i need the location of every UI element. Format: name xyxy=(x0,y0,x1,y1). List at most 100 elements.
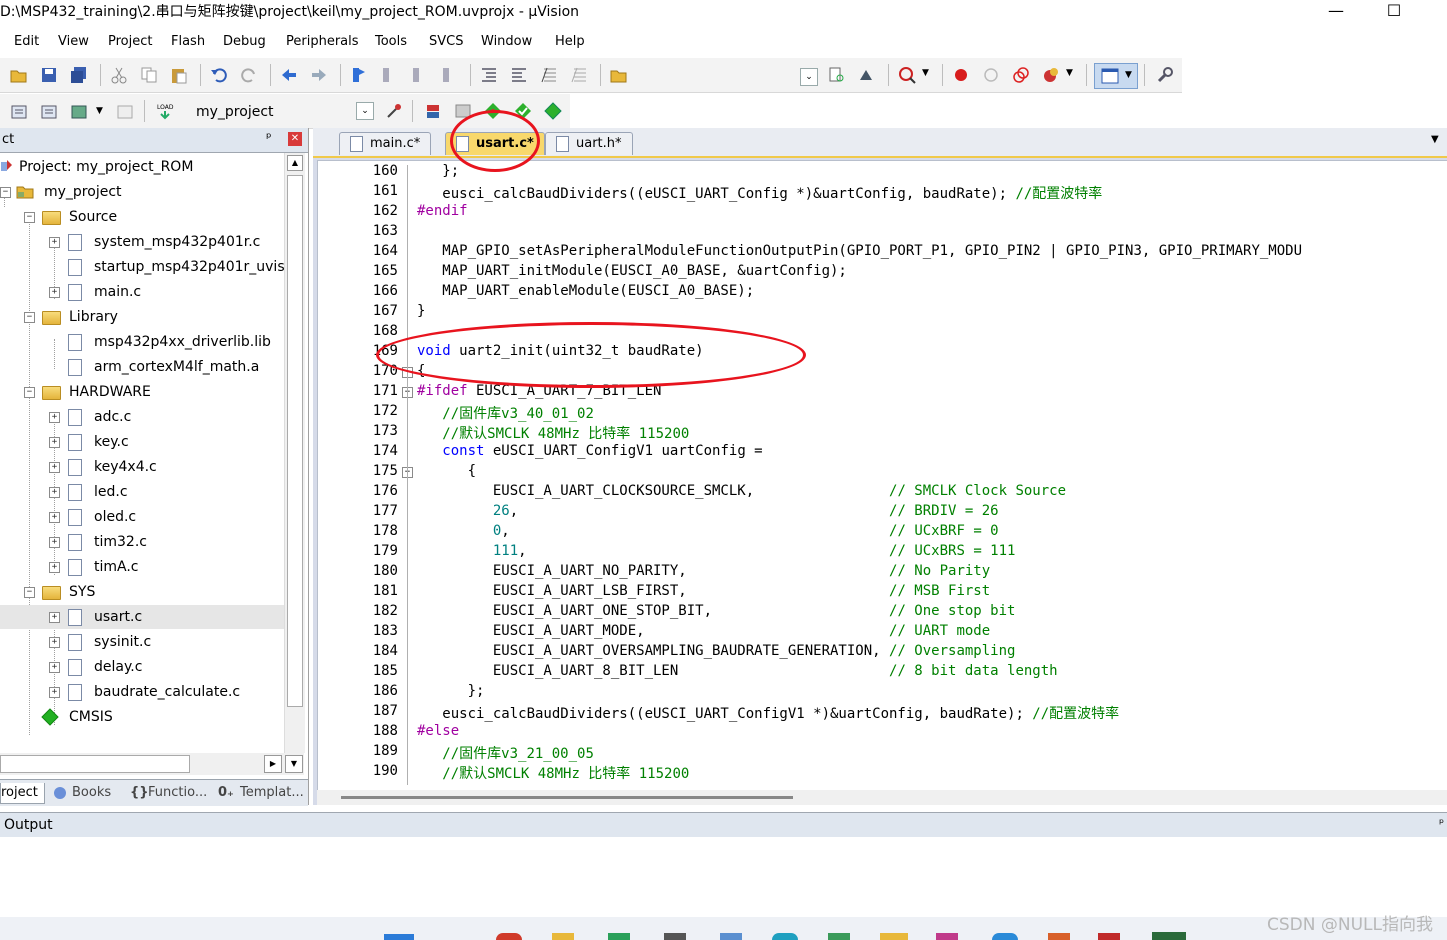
indent-icon[interactable] xyxy=(480,66,498,84)
menu-tools[interactable]: Tools xyxy=(375,34,407,49)
expand-icon[interactable]: + xyxy=(49,237,60,248)
expand-icon[interactable]: + xyxy=(49,612,60,623)
close-pane-icon[interactable]: ✕ xyxy=(288,132,302,146)
find-in-files-icon[interactable] xyxy=(610,66,628,84)
unindent-icon[interactable] xyxy=(510,66,528,84)
collapse-icon[interactable]: − xyxy=(0,187,11,198)
window-layout-button[interactable]: ▼ xyxy=(1094,63,1138,89)
menu-flash[interactable]: Flash xyxy=(171,34,205,49)
find-dropdown[interactable]: ⌄ xyxy=(800,68,818,86)
target-select[interactable]: my_project ⌄ xyxy=(186,100,376,122)
scroll-up-icon[interactable]: ▲ xyxy=(287,155,303,171)
scroll-right-icon[interactable]: ▶ xyxy=(264,755,282,773)
breakpoint-icon[interactable] xyxy=(952,66,970,84)
save-icon[interactable] xyxy=(40,66,58,84)
save-all-icon[interactable] xyxy=(70,66,88,84)
keil-taskbar-icon[interactable] xyxy=(1152,932,1186,940)
tab-main-c[interactable]: main.c* xyxy=(339,132,432,155)
editor-horizontal-scrollbar[interactable] xyxy=(317,790,1447,805)
debug-session-icon[interactable] xyxy=(898,66,916,84)
batch-dropdown-arrow[interactable]: ▼ xyxy=(96,106,103,116)
breakpoint-dropdown-arrow[interactable]: ▼ xyxy=(1066,68,1073,78)
kill-breakpoints-icon[interactable] xyxy=(1012,66,1030,84)
next-bookmark-icon[interactable] xyxy=(410,66,428,84)
build-icon[interactable] xyxy=(40,102,58,120)
menu-edit[interactable]: Edit xyxy=(14,34,39,49)
clear-bookmarks-icon[interactable] xyxy=(440,66,458,84)
undo-icon[interactable] xyxy=(210,66,228,84)
app-icon[interactable] xyxy=(608,933,630,940)
target-options-icon[interactable] xyxy=(385,102,403,120)
app-icon[interactable] xyxy=(720,933,742,940)
app-icon[interactable] xyxy=(1098,933,1120,940)
app-icon[interactable] xyxy=(828,933,850,940)
manage-rte-icon[interactable] xyxy=(544,102,562,120)
tab-functions[interactable]: {} Functio... xyxy=(130,783,207,803)
translate-icon[interactable] xyxy=(10,102,28,120)
incremental-find-icon[interactable] xyxy=(858,66,876,84)
maximize-button[interactable]: ☐ xyxy=(1371,0,1417,26)
scrollbar-thumb[interactable] xyxy=(287,175,303,707)
expand-icon[interactable]: + xyxy=(49,537,60,548)
cut-icon[interactable] xyxy=(110,66,128,84)
scroll-down-icon[interactable]: ▼ xyxy=(285,755,303,773)
redo-icon[interactable] xyxy=(240,66,258,84)
rebuild-icon[interactable] xyxy=(70,102,88,120)
start-icon[interactable] xyxy=(384,934,414,940)
prev-bookmark-icon[interactable] xyxy=(380,66,398,84)
expand-icon[interactable]: + xyxy=(49,412,60,423)
expand-icon[interactable]: + xyxy=(49,662,60,673)
uncomment-icon[interactable] xyxy=(570,66,588,84)
menu-debug[interactable]: Debug xyxy=(223,34,266,49)
disable-breakpoint-icon[interactable] xyxy=(982,66,1000,84)
tree-file-selected[interactable]: + usart.c xyxy=(0,605,284,629)
expand-icon[interactable]: + xyxy=(49,462,60,473)
bookmark-icon[interactable] xyxy=(350,66,368,84)
code-editor[interactable]: 160 }; 161 eusci_calcBaudDividers((eUSCI_… xyxy=(317,160,1447,792)
paste-icon[interactable] xyxy=(170,66,188,84)
app-icon[interactable] xyxy=(936,933,958,940)
expand-icon[interactable]: + xyxy=(49,637,60,648)
tab-uart-h[interactable]: uart.h* xyxy=(545,132,633,155)
editor-h-scrollbar-thumb[interactable] xyxy=(341,796,793,799)
menu-window[interactable]: Window xyxy=(481,34,532,49)
expand-icon[interactable]: + xyxy=(49,287,60,298)
minimize-button[interactable]: — xyxy=(1313,0,1359,26)
app-icon[interactable] xyxy=(552,933,574,940)
pin-icon[interactable]: ᵖ xyxy=(266,131,272,146)
nav-back-icon[interactable] xyxy=(280,66,298,84)
expand-icon[interactable]: + xyxy=(49,487,60,498)
collapse-icon[interactable]: − xyxy=(24,587,35,598)
configuration-wrench-icon[interactable] xyxy=(1156,66,1174,84)
menu-help[interactable]: Help xyxy=(555,34,585,49)
menu-view[interactable]: View xyxy=(58,34,89,49)
expand-icon[interactable]: + xyxy=(49,687,60,698)
expand-icon[interactable]: + xyxy=(49,562,60,573)
tree-vertical-scrollbar[interactable]: ▲ xyxy=(284,153,305,753)
debug-dropdown-arrow[interactable]: ▼ xyxy=(922,68,929,78)
find-icon[interactable] xyxy=(828,66,846,84)
app-icon[interactable] xyxy=(1048,933,1070,940)
copy-icon[interactable] xyxy=(140,66,158,84)
menu-svcs[interactable]: SVCS xyxy=(429,34,463,49)
expand-icon[interactable]: + xyxy=(49,437,60,448)
tab-templates[interactable]: 0₊ Templat... xyxy=(218,783,304,803)
h-scrollbar-thumb[interactable] xyxy=(0,755,190,773)
app-icon[interactable] xyxy=(992,933,1018,940)
app-icon[interactable] xyxy=(772,933,798,940)
menu-project[interactable]: Project xyxy=(108,34,152,49)
open-file-icon[interactable] xyxy=(10,66,28,84)
comment-icon[interactable] xyxy=(540,66,558,84)
app-icon[interactable] xyxy=(496,933,522,940)
app-icon[interactable] xyxy=(880,933,908,940)
collapse-icon[interactable]: − xyxy=(24,312,35,323)
tab-books[interactable]: Books xyxy=(52,783,111,803)
stop-build-icon[interactable] xyxy=(116,102,134,120)
output-pin-icon[interactable]: ᵖ xyxy=(1439,816,1444,830)
load-download-icon[interactable]: LOAD xyxy=(156,102,174,120)
collapse-icon[interactable]: − xyxy=(24,212,35,223)
collapse-icon[interactable]: − xyxy=(24,387,35,398)
tree-horizontal-scrollbar[interactable]: ▶ ▼ xyxy=(0,753,304,775)
output-panel[interactable] xyxy=(0,837,1447,917)
tab-list-dropdown-icon[interactable]: ▼ xyxy=(1431,134,1439,145)
